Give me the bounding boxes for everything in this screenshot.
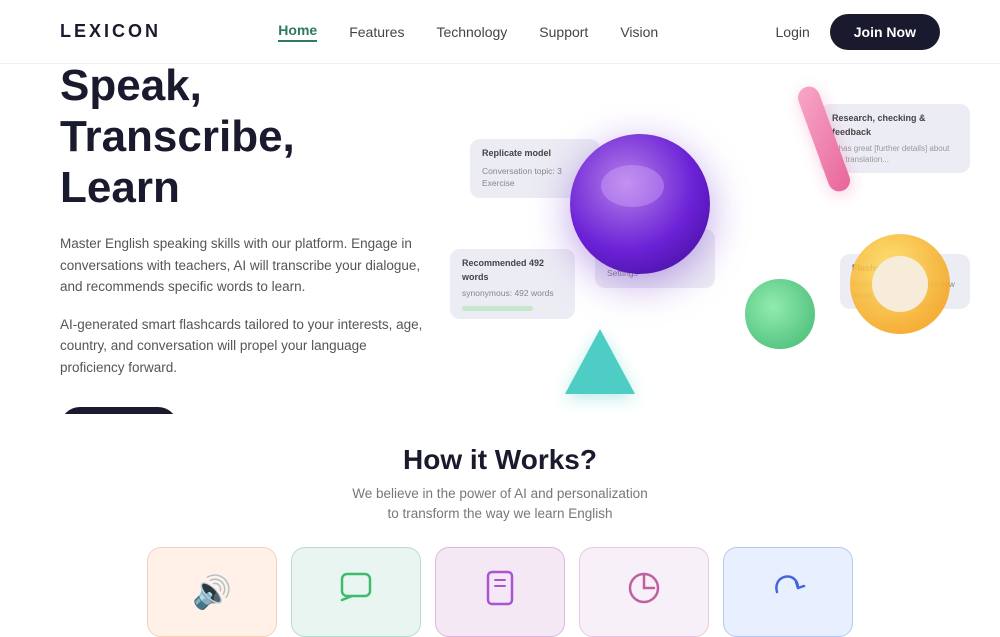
feature-icon-5 <box>770 570 806 613</box>
feature-icon-4 <box>626 570 662 613</box>
teal-pyramid <box>565 329 635 394</box>
feature-icon-3 <box>485 570 515 614</box>
nav-links: Home Features Technology Support Vision <box>278 22 658 42</box>
feature-icon-1: 🔊 <box>192 573 232 611</box>
feature-icon-2 <box>338 570 374 614</box>
hero-content: Speak,Transcribe,Learn Master English sp… <box>60 64 430 414</box>
feature-cards: 🔊 <box>60 547 940 637</box>
how-title: How it Works? <box>60 444 940 476</box>
feature-card-1: 🔊 <box>147 547 277 637</box>
yellow-donut <box>840 224 960 344</box>
nav-technology[interactable]: Technology <box>436 24 507 40</box>
nav-home[interactable]: Home <box>278 22 317 42</box>
hero-description-1: Master English speaking skills with our … <box>60 233 430 298</box>
progress-bar <box>462 306 533 311</box>
hero-description-2: AI-generated smart flashcards tailored t… <box>60 314 430 379</box>
join-now-button-hero[interactable]: Join Now <box>60 407 178 414</box>
join-now-button-nav[interactable]: Join Now <box>830 14 940 50</box>
feature-card-5 <box>723 547 853 637</box>
logo: LEXICON <box>60 21 161 42</box>
hero-visual: Replicate model Conversation topic: 3 Ex… <box>440 64 1000 414</box>
feature-card-2 <box>291 547 421 637</box>
purple-sphere <box>570 134 710 274</box>
floating-card-3: Recommended 492 words synonymous: 492 wo… <box>450 249 575 319</box>
feature-card-4 <box>579 547 709 637</box>
nav-right: Login Join Now <box>776 14 941 50</box>
how-section: How it Works? We believe in the power of… <box>0 414 1000 637</box>
nav-support[interactable]: Support <box>539 24 588 40</box>
nav-features[interactable]: Features <box>349 24 404 40</box>
hero-title: Speak,Transcribe,Learn <box>60 64 430 213</box>
login-button[interactable]: Login <box>776 24 810 40</box>
how-subtitle: We believe in the power of AI and person… <box>60 484 940 525</box>
hero-section: Speak,Transcribe,Learn Master English sp… <box>0 64 1000 414</box>
feature-card-3 <box>435 547 565 637</box>
nav-vision[interactable]: Vision <box>620 24 658 40</box>
card1-title: Replicate model <box>482 147 588 161</box>
navbar: LEXICON Home Features Technology Support… <box>0 0 1000 64</box>
green-blob <box>740 274 820 349</box>
